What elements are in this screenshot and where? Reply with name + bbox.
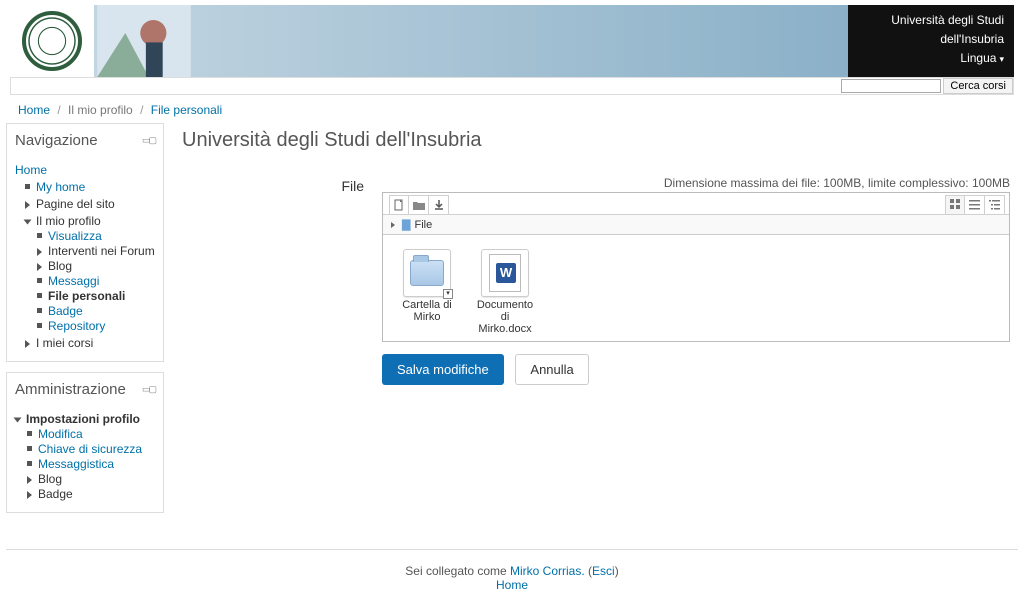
nav-title: Navigazione (15, 132, 98, 149)
admin-messaggistica[interactable]: Messaggistica (38, 457, 114, 471)
language-menu[interactable]: Lingua (858, 49, 1004, 68)
admin-blog[interactable]: Blog (38, 472, 62, 486)
cancel-button[interactable]: Annulla (515, 354, 588, 385)
nav-badge[interactable]: Badge (48, 304, 83, 318)
footer-user-link[interactable]: Mirko Corrias. (510, 564, 585, 578)
upload-limit-hint: Dimensione massima dei file: 100MB, limi… (382, 176, 1010, 190)
create-folder-button[interactable] (409, 195, 429, 215)
download-button[interactable] (429, 195, 449, 215)
select-tick-icon: ▾ (443, 289, 453, 299)
header-bar: Università degli Studi dell'Insubria Lin… (10, 0, 1014, 77)
admin-modifica[interactable]: Modifica (38, 427, 83, 441)
block-controls-icon[interactable]: ▭▢ (142, 135, 155, 146)
folder-icon: ▇ (402, 219, 410, 231)
nav-profilo[interactable]: Il mio profilo (36, 214, 101, 228)
nav-myhome[interactable]: My home (36, 180, 85, 194)
logout-link[interactable]: Esci (592, 564, 615, 578)
file-item-label: Documento diMirko.docx (475, 299, 535, 335)
org-name: Università degli Studi dell'Insubria (858, 11, 1004, 49)
nav-visualizza[interactable]: Visualizza (48, 229, 102, 243)
nav-miei-corsi[interactable]: I miei corsi (36, 336, 93, 350)
admin-chiave[interactable]: Chiave di sicurezza (38, 442, 142, 456)
admin-title: Amministrazione (15, 381, 126, 398)
search-row: Cerca corsi (10, 77, 1014, 95)
page-title: Università degli Studi dell'Insubria (182, 129, 1010, 152)
nav-home[interactable]: Home (15, 163, 47, 177)
file-path-bar[interactable]: ▇File (383, 215, 1009, 235)
nav-interventi[interactable]: Interventi nei Forum (48, 244, 155, 258)
breadcrumb-home[interactable]: Home (18, 103, 50, 117)
footer-home-link[interactable]: Home (496, 578, 528, 592)
banner-image (94, 5, 194, 77)
word-doc-icon (489, 254, 521, 292)
folder-icon (410, 260, 444, 286)
navigation-block: Navigazione ▭▢ Home My home Pagine del s… (6, 123, 164, 362)
nav-pagine[interactable]: Pagine del sito (36, 197, 115, 211)
add-file-button[interactable] (389, 195, 409, 215)
user-info-box: Università degli Studi dell'Insubria Lin… (848, 5, 1014, 77)
breadcrumb-profile: Il mio profilo (68, 103, 133, 117)
file-item-folder[interactable]: ▾ Cartella di Mirko (397, 249, 457, 335)
nav-repository[interactable]: Repository (48, 319, 105, 333)
admin-block: Amministrazione ▭▢ Impostazioni profilo … (6, 372, 164, 513)
breadcrumb-current[interactable]: File personali (151, 103, 222, 117)
university-seal-icon (22, 11, 82, 71)
file-field-label: File (182, 176, 382, 385)
nav-blog[interactable]: Blog (48, 259, 72, 273)
admin-badge[interactable]: Badge (38, 487, 73, 501)
view-icons-button[interactable] (945, 195, 965, 215)
file-item-label: Cartella di Mirko (397, 299, 457, 323)
footer: Sei collegato come Mirko Corrias. (Esci)… (6, 549, 1018, 606)
breadcrumb: Home / Il mio profilo / File personali (0, 95, 1024, 123)
nav-messaggi[interactable]: Messaggi (48, 274, 99, 288)
course-search-input[interactable] (841, 79, 941, 93)
view-tree-button[interactable] (985, 195, 1005, 215)
file-manager: ▇File ▾ Cartella di Mirko Documento diMi… (382, 192, 1010, 342)
site-logo[interactable] (10, 5, 94, 77)
admin-impostazioni[interactable]: Impostazioni profilo (26, 412, 140, 426)
block-controls-icon[interactable]: ▭▢ (142, 384, 155, 395)
course-search-button[interactable]: Cerca corsi (943, 78, 1013, 94)
save-button[interactable]: Salva modifiche (382, 354, 504, 385)
nav-filepersonali[interactable]: File personali (48, 289, 125, 303)
view-list-button[interactable] (965, 195, 985, 215)
file-item-document[interactable]: Documento diMirko.docx (475, 249, 535, 335)
